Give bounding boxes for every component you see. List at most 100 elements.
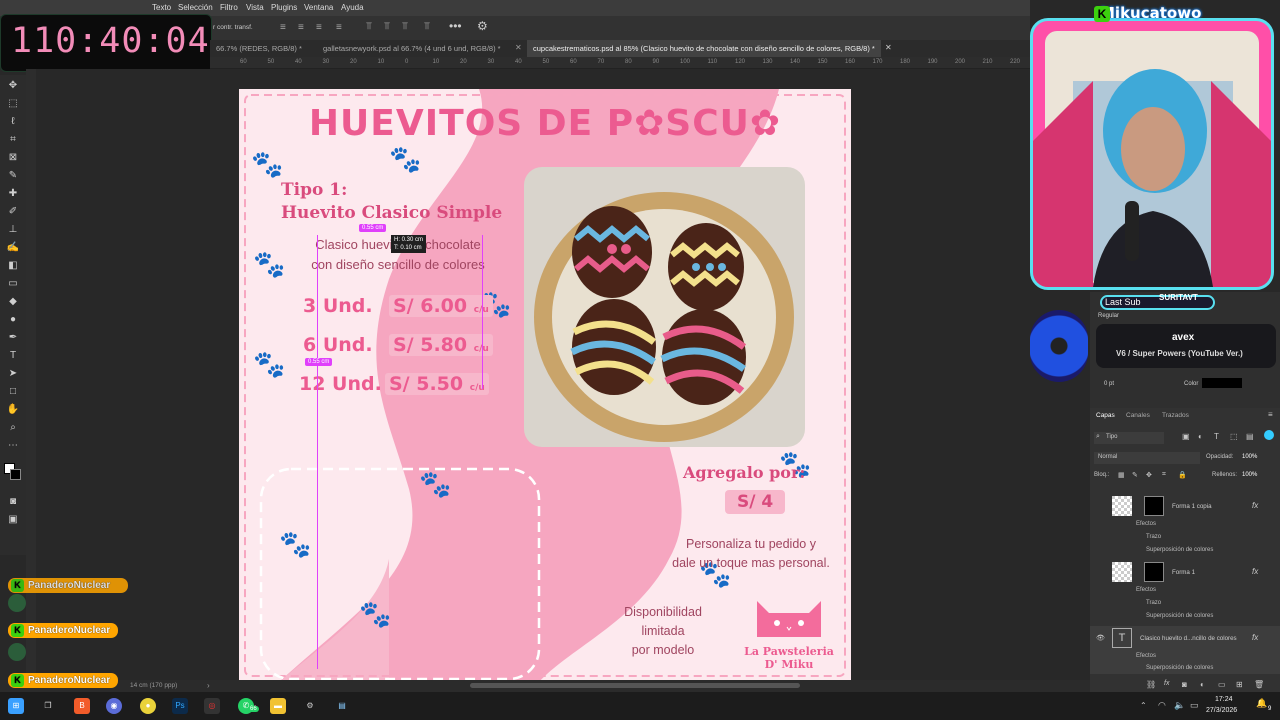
- chrome-icon[interactable]: ●: [140, 698, 156, 714]
- dodge-tool-icon[interactable]: ●: [6, 313, 20, 327]
- tab-capas[interactable]: Capas: [1096, 412, 1115, 419]
- layer-row[interactable]: Forma 1 fx Efectos Trazo Superposición d…: [1090, 560, 1280, 622]
- gradient-tool-icon[interactable]: ▭: [6, 277, 20, 291]
- tab-cupcakes[interactable]: cupcakestrematicos.psd al 85% (Clasico h…: [527, 40, 881, 57]
- distribute-icon[interactable]: ≡: [336, 22, 342, 33]
- menu-vista[interactable]: Vista: [246, 3, 264, 12]
- align-bottom-icon[interactable]: ⫪: [402, 21, 408, 32]
- filter-image-icon[interactable]: ▣: [1182, 432, 1190, 441]
- healing-tool-icon[interactable]: ✚: [6, 187, 20, 201]
- stamp-tool-icon[interactable]: ⊥: [6, 223, 20, 237]
- new-layer-icon[interactable]: ⊞: [1236, 680, 1243, 689]
- eraser-tool-icon[interactable]: ◧: [6, 259, 20, 273]
- gear-icon[interactable]: ⚙: [477, 19, 488, 33]
- path-select-icon[interactable]: ➤: [6, 367, 20, 381]
- layer-row-selected[interactable]: 👁 T Clasico huevito d...ncillo de colore…: [1090, 626, 1280, 674]
- wifi-icon[interactable]: ◠: [1158, 700, 1166, 711]
- menu-seleccion[interactable]: Selección: [178, 3, 213, 12]
- battery-icon[interactable]: ▭: [1190, 700, 1199, 711]
- zoom-tool-icon[interactable]: ⌕: [6, 421, 20, 435]
- background-color-swatch[interactable]: [10, 469, 21, 480]
- photoshop-icon[interactable]: Ps: [172, 698, 188, 714]
- shape-tool-icon[interactable]: □: [6, 385, 20, 399]
- tab-trazados[interactable]: Trazados: [1162, 412, 1189, 419]
- frame-tool-icon[interactable]: ⊠: [6, 151, 20, 165]
- distribute-v-icon[interactable]: ⫪: [424, 21, 430, 32]
- align-middle-icon[interactable]: ⫪: [384, 21, 390, 32]
- tab-galletas[interactable]: galletasnewyork.psd al 66.7% (4 und 6 un…: [317, 40, 507, 57]
- filter-smart-icon[interactable]: ▤: [1246, 432, 1254, 441]
- tab-redes[interactable]: 66.7% (REDES, RGB/8) *: [210, 40, 308, 57]
- settings-app-icon[interactable]: ⚙: [302, 698, 318, 714]
- chevron-up-icon[interactable]: ⌃: [1140, 701, 1147, 710]
- lock-artboard-icon[interactable]: ⌗: [1162, 471, 1166, 479]
- align-center-icon[interactable]: ≡: [298, 22, 304, 33]
- menu-filtro[interactable]: Filtro: [220, 3, 238, 12]
- artboard[interactable]: 🐾 🐾 🐾 🐾 🐾 🐾 🐾 🐾 🐾 🐾 HUEVITOS DE P✿SCU✿ T…: [239, 89, 851, 682]
- add-style-icon[interactable]: fx: [1164, 680, 1169, 687]
- menu-texto[interactable]: Texto: [152, 3, 171, 12]
- history-brush-icon[interactable]: ✍: [6, 241, 20, 255]
- close-icon[interactable]: ✕: [885, 43, 892, 52]
- new-group-icon[interactable]: ▭: [1218, 680, 1226, 689]
- fx-icon[interactable]: fx: [1252, 501, 1258, 510]
- discord-icon[interactable]: ◉: [106, 698, 122, 714]
- type-tool-icon[interactable]: T: [6, 349, 20, 363]
- fx-icon[interactable]: fx: [1252, 633, 1258, 642]
- layer-row[interactable]: Forma 1 copia fx Efectos Trazo Superposi…: [1090, 494, 1280, 556]
- lock-move-icon[interactable]: ✥: [1146, 471, 1152, 479]
- chevron-right-icon[interactable]: ›: [207, 681, 210, 690]
- filter-shape-icon[interactable]: ⬚: [1230, 432, 1238, 441]
- spacing-field[interactable]: 0 pt: [1104, 381, 1114, 387]
- filter-toggle[interactable]: [1264, 430, 1274, 440]
- hand-tool-icon[interactable]: ✋: [6, 403, 20, 417]
- crop-tool-icon[interactable]: ⌗: [6, 133, 20, 147]
- eyedropper-tool-icon[interactable]: ✎: [6, 169, 20, 183]
- fx-icon[interactable]: fx: [1252, 567, 1258, 576]
- menu-ventana[interactable]: Ventana: [304, 3, 333, 12]
- color-swatch[interactable]: [1202, 378, 1242, 388]
- align-left-icon[interactable]: ≡: [280, 22, 286, 33]
- filter-adjust-icon[interactable]: ◐: [1198, 432, 1203, 441]
- blur-tool-icon[interactable]: ◆: [6, 295, 20, 309]
- adjustment-icon[interactable]: ◐: [1200, 680, 1205, 689]
- more-tools-icon[interactable]: ⋯: [6, 439, 20, 453]
- lock-paint-icon[interactable]: ✎: [1132, 471, 1138, 479]
- close-icon[interactable]: ✕: [515, 43, 522, 52]
- pen-tool-icon[interactable]: ✒: [6, 331, 20, 345]
- obs-icon[interactable]: ◎: [204, 698, 220, 714]
- lasso-tool-icon[interactable]: ℓ: [6, 115, 20, 129]
- move-tool-icon[interactable]: ✥: [6, 79, 20, 93]
- align-top-icon[interactable]: ⫪: [366, 21, 372, 32]
- panel-menu-icon[interactable]: ≡: [1268, 410, 1273, 419]
- volume-icon[interactable]: 🔈: [1174, 700, 1185, 711]
- blend-mode-select[interactable]: Normal: [1094, 452, 1200, 464]
- windows-start-icon[interactable]: ⊞: [8, 698, 24, 714]
- visibility-eye-icon[interactable]: 👁: [1096, 634, 1105, 642]
- align-right-icon[interactable]: ≡: [316, 22, 322, 33]
- transform-controls-label[interactable]: r contr. transf.: [213, 24, 253, 31]
- lock-pixels-icon[interactable]: ▦: [1118, 471, 1125, 479]
- fill-value[interactable]: 100%: [1242, 472, 1257, 478]
- quick-mask-icon[interactable]: ◙: [6, 495, 20, 509]
- lock-all-icon[interactable]: 🔒: [1178, 471, 1187, 479]
- screen-mode-icon[interactable]: ▣: [6, 513, 20, 527]
- filter-select[interactable]: ⌕ Tipo: [1094, 432, 1164, 444]
- task-view-icon[interactable]: ❐: [40, 698, 56, 714]
- more-options-icon[interactable]: •••: [449, 19, 462, 33]
- horizontal-scrollbar[interactable]: [470, 683, 800, 688]
- delete-layer-icon[interactable]: 🗑: [1254, 680, 1264, 689]
- brush-tool-icon[interactable]: ✐: [6, 205, 20, 219]
- add-mask-icon[interactable]: ◙: [1182, 680, 1187, 689]
- notification-bell-icon[interactable]: 🔔: [1256, 698, 1267, 709]
- clock-time[interactable]: 17:24: [1215, 696, 1233, 703]
- link-layers-icon[interactable]: ⛓: [1146, 680, 1156, 689]
- filter-type-icon[interactable]: T: [1214, 432, 1219, 441]
- notepad-icon[interactable]: ▤: [334, 698, 350, 714]
- clock-date[interactable]: 27/3/2026: [1206, 707, 1237, 714]
- opacity-value[interactable]: 100%: [1242, 454, 1257, 460]
- menu-plugins[interactable]: Plugins: [271, 3, 297, 12]
- marquee-tool-icon[interactable]: ⬚: [6, 97, 20, 111]
- menu-ayuda[interactable]: Ayuda: [341, 3, 364, 12]
- file-explorer-icon[interactable]: ▬: [270, 698, 286, 714]
